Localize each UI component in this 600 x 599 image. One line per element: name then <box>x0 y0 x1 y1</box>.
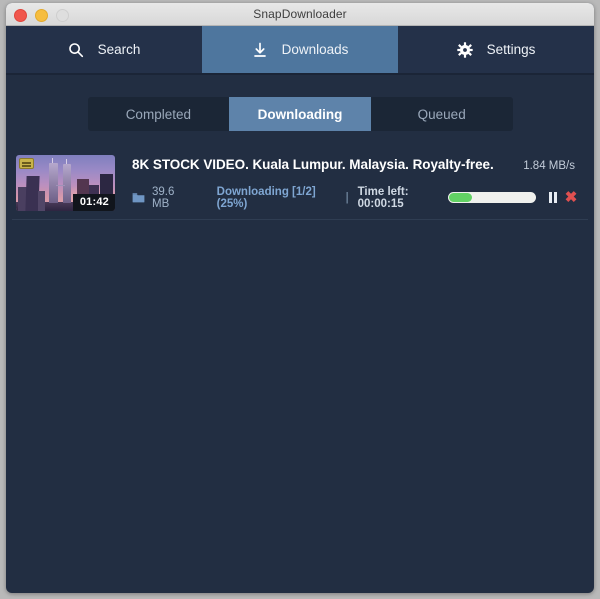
pause-button[interactable] <box>536 189 558 207</box>
nav-item-label: Settings <box>486 42 536 57</box>
thumbnail-skybridge <box>55 184 65 187</box>
tab-downloading[interactable]: Downloading <box>229 97 371 131</box>
downloads-tabs-container: Completed Downloading Queued <box>6 75 594 131</box>
download-icon <box>252 41 269 58</box>
thumbnail-building <box>37 190 45 211</box>
nav-item-downloads[interactable]: Downloads <box>202 26 398 73</box>
download-title: 8K STOCK VIDEO. Kuala Lumpur. Malaysia. … <box>132 156 494 172</box>
download-size: 39.6 MB <box>152 185 175 210</box>
tab-label: Queued <box>417 106 466 122</box>
window-titlebar: SnapDownloader <box>6 3 594 26</box>
download-info: 8K STOCK VIDEO. Kuala Lumpur. Malaysia. … <box>132 157 588 210</box>
download-title-row: 8K STOCK VIDEO. Kuala Lumpur. Malaysia. … <box>132 157 580 172</box>
search-icon <box>68 41 85 58</box>
window-controls <box>14 9 69 22</box>
window-title: SnapDownloader <box>253 7 347 21</box>
download-progress-fill <box>449 193 472 202</box>
thumbnail-tower-right <box>62 158 72 204</box>
downloads-list: 01:42 8K STOCK VIDEO. Kuala Lumpur. Mala… <box>6 147 594 220</box>
close-button[interactable] <box>14 9 27 22</box>
segmented-control: Completed Downloading Queued <box>87 97 513 131</box>
meta-separator: | <box>345 191 349 204</box>
folder-icon[interactable] <box>132 192 145 203</box>
nav-item-search[interactable]: Search <box>6 26 202 73</box>
thumbnail-spire <box>66 158 67 165</box>
petronas-towers-thumbnail[interactable]: 01:42 <box>16 155 115 211</box>
thumbnail-tower-left <box>48 157 58 204</box>
zoom-button[interactable] <box>56 9 69 22</box>
tab-label: Completed <box>125 106 191 122</box>
app-window: SnapDownloader Search Downloads Settings… <box>6 3 594 593</box>
download-controls: ✖ <box>448 189 580 207</box>
close-icon: ✖ <box>564 189 578 206</box>
cancel-button[interactable]: ✖ <box>558 189 580 207</box>
download-speed: 1.84 MB/s <box>523 159 575 172</box>
video-quality-badge <box>19 158 34 169</box>
tab-completed[interactable]: Completed <box>88 97 230 131</box>
nav-item-label: Search <box>97 42 141 57</box>
tab-queued[interactable]: Queued <box>371 97 513 131</box>
pause-icon <box>549 192 557 203</box>
download-time-left: Time left: 00:00:15 <box>357 185 409 210</box>
main-navbar: Search Downloads Settings <box>6 26 594 75</box>
thumbnail-spire <box>52 157 54 164</box>
gear-icon <box>457 41 474 58</box>
nav-item-settings[interactable]: Settings <box>398 26 594 73</box>
download-status: Downloading [1/2] (25%) <box>216 185 316 210</box>
nav-item-label: Downloads <box>281 42 349 57</box>
tab-label: Downloading <box>257 106 343 122</box>
download-meta-row: 39.6 MB Downloading [1/2] (25%) | Time l… <box>132 186 580 210</box>
minimize-button[interactable] <box>35 9 48 22</box>
video-duration-label: 01:42 <box>72 194 115 211</box>
download-row[interactable]: 01:42 8K STOCK VIDEO. Kuala Lumpur. Mala… <box>12 147 588 220</box>
download-progress-bar <box>448 192 536 203</box>
